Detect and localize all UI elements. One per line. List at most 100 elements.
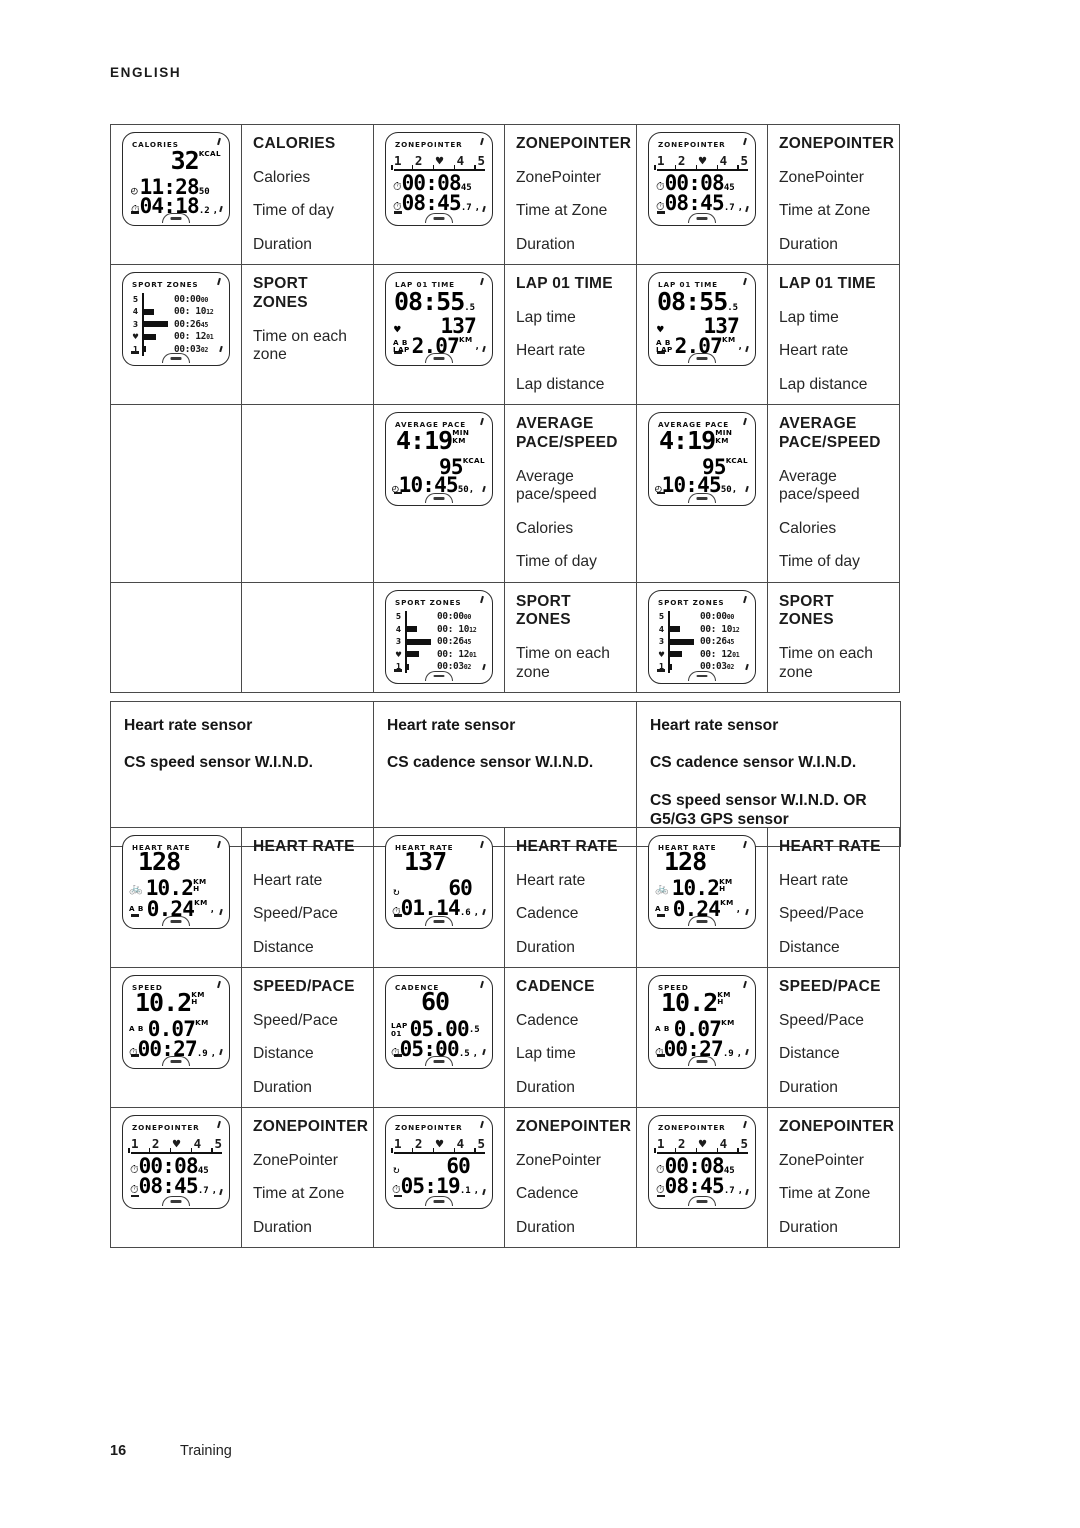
battery-tick-icon — [217, 137, 221, 146]
zone-active-heart-icon: ♥ — [432, 1136, 444, 1154]
cadence-value: 60 — [421, 987, 450, 1017]
heart-icon: ♥ — [394, 323, 401, 337]
feature-item: Distance — [779, 1045, 840, 1063]
zone-bar — [403, 623, 437, 636]
feature-item: Time of day — [516, 553, 597, 571]
stopwatch-icon: ⏱ — [655, 1046, 664, 1060]
zone-4: 4 — [716, 1136, 728, 1154]
bicycle-icon: 🚲 — [129, 882, 143, 895]
speed-unit: KM H — [719, 877, 733, 894]
display-cell-sport-zones: SPORT ZONES 5 00:0000 4 00: 1012 3 00:26… — [373, 581, 505, 694]
sensor-name: Heart rate sensor — [387, 717, 516, 734]
duration-value: 08:45 — [401, 191, 462, 215]
section-heading: HEART RATE — [516, 838, 618, 855]
average-pace-value: 4:19 — [396, 426, 453, 456]
duration-sub: .7 — [460, 203, 472, 213]
feature-item: Speed/Pace — [253, 1011, 338, 1029]
battery-tick-icon — [743, 418, 747, 426]
zone-time: 00: 1201 — [174, 331, 214, 343]
page-footer: 16 Training — [110, 1443, 232, 1459]
zone-5: 5 — [737, 153, 748, 170]
lcd-sport-zones: SPORT ZONES 5 00:0000 4 00: 1012 3 00:26… — [385, 589, 493, 684]
duration-value: 08:45 — [664, 191, 725, 215]
battery-tick-icon — [480, 418, 484, 426]
duration-value: 08:45 — [664, 1174, 725, 1199]
lcd-title: SPORT ZONES — [132, 280, 199, 290]
sensor-name: Heart rate sensor — [124, 717, 253, 734]
zone-label: 4 — [132, 307, 139, 317]
time-at-zone-sub: 45 — [723, 183, 735, 193]
duration-sub: .2 — [198, 206, 210, 216]
table-row: HEART RATE 128 🚲 10.2 KM H A B 0.24 KM ,… — [110, 826, 900, 969]
table-row: ZONEPOINTER 1 2 ♥ 4 5 ⏱ 00:08 45 ⏱ 08:45… — [110, 1107, 900, 1249]
zone-active-heart-icon: ♥ — [169, 1136, 181, 1154]
zone-bar — [140, 330, 174, 344]
lcd-title: ZONEPOINTER — [132, 1123, 200, 1133]
duration-value: 08:45 — [138, 1174, 199, 1199]
pace-unit: MIN KM — [715, 428, 733, 445]
lcd-button-icon — [162, 353, 190, 364]
zone-label: 4 — [658, 624, 665, 634]
feature-item: Lap time — [779, 308, 839, 326]
description-cell: HEART RATE Heart rate Speed/Pace Distanc… — [767, 826, 900, 969]
feature-item: ZonePointer — [253, 1152, 338, 1170]
description-cell: ZONEPOINTER ZonePointer Time at Zone Dur… — [241, 1107, 374, 1249]
empty-cell — [110, 581, 242, 694]
zone-time: 00: 1012 — [700, 623, 740, 635]
zone-time: 00: 1201 — [700, 648, 740, 660]
zone-1: 1 — [654, 1136, 665, 1154]
description-cell: AVERAGE PACE/SPEED Average pace/speed Ca… — [504, 404, 637, 583]
sensor-name: CS speed sensor W.I.N.D. OR G5/G3 GPS se… — [650, 791, 867, 829]
feature-item: Heart rate — [779, 871, 849, 889]
trailing-marker: , — [474, 203, 481, 213]
cadence-icon: ↻ — [393, 1163, 400, 1177]
empty-cell — [110, 404, 242, 583]
battery-tick-icon — [743, 980, 747, 989]
lap-distance-unit: KM — [459, 335, 473, 345]
battery-tick-icon — [743, 137, 747, 146]
table-row: SPORT ZONES 5 00:0000 4 00: 1012 3 00:26… — [110, 581, 900, 694]
sport-zone-row: 3 00:2645 — [131, 318, 223, 331]
zone-time: 00: 1201 — [437, 648, 477, 660]
lap-distance-unit: KM — [722, 335, 736, 345]
zone-label: 3 — [658, 637, 665, 647]
description-cell: SPEED/PACE Speed/Pace Distance Duration — [767, 967, 900, 1109]
sport-zone-row: 5 00:0000 — [657, 610, 749, 624]
distance-icon: A B — [655, 904, 670, 914]
feature-item: Lap distance — [516, 375, 605, 393]
lcd-title: ZONEPOINTER — [395, 1123, 463, 1133]
feature-item: Duration — [516, 1218, 575, 1236]
stopwatch-icon: ⏱ — [656, 200, 665, 213]
empty-cell — [241, 581, 374, 694]
zone-label: 1 — [132, 344, 139, 354]
lcd-button-icon — [688, 1196, 716, 1207]
time-of-day-value: 10:45 — [398, 473, 459, 498]
display-cell-average-pace: AVERAGE PACE 4:19 MIN KM 95 KCAL ◴ 10:45… — [636, 404, 768, 583]
section-heading: ZONEPOINTER — [516, 135, 632, 152]
lap-time-value: 08:55 — [657, 287, 728, 317]
sport-zone-row: 4 00: 1012 — [131, 305, 223, 319]
lcd-zonepointer: ZONEPOINTER 1 2 ♥ 4 5 ⏱ 00:08 45 ⏱ 08:45… — [648, 1115, 756, 1210]
description-cell: LAP 01 TIME Lap time Heart rate Lap dist… — [767, 264, 900, 406]
lcd-button-icon — [162, 1196, 190, 1207]
lcd-sport-zones: SPORT ZONES 5 00:0000 4 00: 1012 3 00:26… — [648, 589, 756, 684]
feature-item: Time of day — [253, 202, 334, 220]
lcd-button-icon — [425, 353, 453, 364]
zone-bar — [666, 623, 700, 636]
zone-indicator-bar: 1 2 ♥ 4 5 — [654, 1136, 748, 1155]
stopwatch-icon: ⏱ — [393, 200, 402, 213]
lcd-heart-rate-bike: HEART RATE 128 🚲 10.2 KM H A B 0.24 KM , — [122, 835, 230, 929]
duration-sub: .7 — [723, 1186, 735, 1197]
feature-item: Heart rate — [779, 342, 849, 360]
sport-zone-row: ♥ 00: 1201 — [657, 648, 749, 661]
trailing-marker: , — [731, 485, 738, 496]
zone-time: 00:0000 — [700, 611, 735, 623]
feature-item: Calories — [516, 519, 574, 537]
display-cell-lap-time: LAP 01 TIME 08:55 .5 ♥ 137 A B LAP 2.07 … — [636, 264, 768, 406]
lcd-sport-zones: SPORT ZONES 5 00:0000 4 00: 1012 3 00:26… — [122, 272, 230, 367]
feature-item: Time at Zone — [253, 1185, 345, 1203]
stopwatch-icon: ⏱ — [131, 203, 140, 216]
display-cell-lap-time: LAP 01 TIME 08:55 .5 ♥ 137 A B LAP 2.07 … — [373, 264, 505, 406]
average-pace-value: 4:19 — [659, 426, 716, 456]
zone-1: 1 — [128, 1136, 139, 1154]
